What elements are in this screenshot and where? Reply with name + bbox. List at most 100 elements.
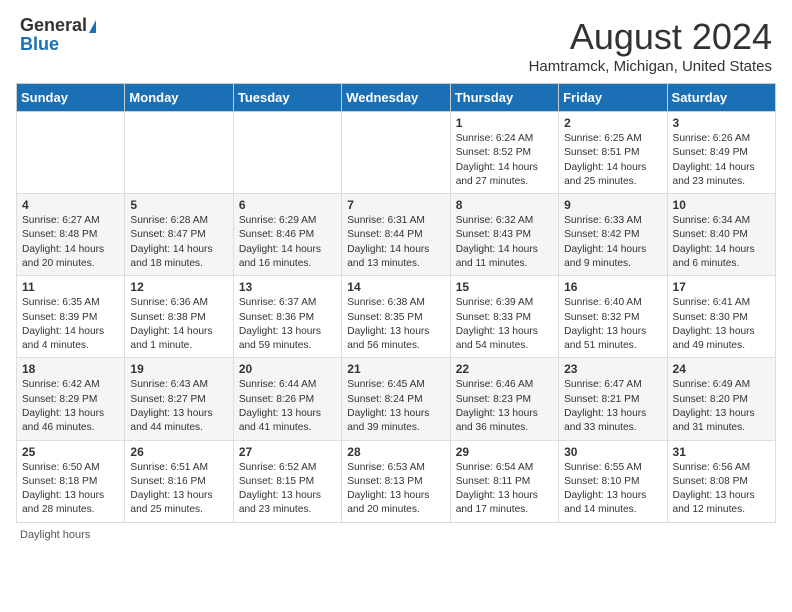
day-info: Sunrise: 6:27 AM Sunset: 8:48 PM Dayligh…: [22, 214, 119, 271]
day-number: 2: [564, 116, 661, 130]
calendar-day-cell: 26 Sunrise: 6:51 AM Sunset: 8:16 PM Dayli…: [125, 440, 233, 522]
calendar-day-cell: 5Sunrise: 6:28 AM Sunset: 8:47 PM Daylig…: [125, 194, 233, 276]
calendar-day-cell: 16 Sunrise: 6:40 AM Sunset: 8:32 PM Dayli…: [559, 276, 667, 358]
calendar-day-cell: 1Sunrise: 6:24 AM Sunset: 8:52 PM Daylig…: [450, 112, 558, 194]
weekday-header-thursday: Thursday: [450, 84, 558, 112]
day-number: 4: [22, 198, 119, 212]
calendar-day-cell: [342, 112, 450, 194]
calendar-day-cell: 22 Sunrise: 6:46 AM Sunset: 8:23 PM Dayli…: [450, 358, 558, 440]
day-number: 17: [673, 280, 770, 294]
day-number: 25: [22, 445, 119, 459]
day-number: 26: [130, 445, 227, 459]
calendar-day-cell: 4 Sunrise: 6:27 AM Sunset: 8:48 PM Daylig…: [17, 194, 125, 276]
day-number: 31: [673, 445, 770, 459]
day-info: Sunrise: 6:25 AM Sunset: 8:51 PM Dayligh…: [564, 132, 661, 189]
day-number: 23: [564, 362, 661, 376]
location: Hamtramck, Michigan, United States: [529, 58, 772, 75]
day-info: Sunrise: 6:36 AM Sunset: 8:38 PM Dayligh…: [130, 296, 227, 353]
day-number: 20: [239, 362, 336, 376]
logo-triangle: [89, 20, 96, 33]
calendar-day-cell: 13 Sunrise: 6:37 AM Sunset: 8:36 PM Dayli…: [233, 276, 341, 358]
calendar-day-cell: 3 Sunrise: 6:26 AM Sunset: 8:49 PM Daylig…: [667, 112, 775, 194]
day-info: Sunrise: 6:39 AM Sunset: 8:33 PM Dayligh…: [456, 296, 553, 353]
day-number: 27: [239, 445, 336, 459]
calendar-day-cell: 14 Sunrise: 6:38 AM Sunset: 8:35 PM Dayli…: [342, 276, 450, 358]
calendar-week-row: 11Sunrise: 6:35 AM Sunset: 8:39 PM Dayli…: [17, 276, 776, 358]
logo: General Blue: [20, 16, 96, 55]
day-number: 11: [22, 280, 119, 294]
footer: Daylight hours: [0, 523, 792, 547]
day-number: 5: [130, 198, 227, 212]
calendar-day-cell: 31Sunrise: 6:56 AM Sunset: 8:08 PM Dayli…: [667, 440, 775, 522]
day-number: 9: [564, 198, 661, 212]
calendar-day-cell: 12 Sunrise: 6:36 AM Sunset: 8:38 PM Dayli…: [125, 276, 233, 358]
page-header: General Blue August 2024 Hamtramck, Mich…: [0, 0, 792, 83]
day-info: Sunrise: 6:38 AM Sunset: 8:35 PM Dayligh…: [347, 296, 444, 353]
day-info: Sunrise: 6:29 AM Sunset: 8:46 PM Dayligh…: [239, 214, 336, 271]
calendar-day-cell: 8 Sunrise: 6:32 AM Sunset: 8:43 PM Daylig…: [450, 194, 558, 276]
day-info: Sunrise: 6:46 AM Sunset: 8:23 PM Dayligh…: [456, 378, 553, 435]
day-info: Sunrise: 6:53 AM Sunset: 8:13 PM Dayligh…: [347, 461, 444, 518]
day-info: Sunrise: 6:40 AM Sunset: 8:32 PM Dayligh…: [564, 296, 661, 353]
day-number: 10: [673, 198, 770, 212]
day-info: Sunrise: 6:24 AM Sunset: 8:52 PM Dayligh…: [456, 132, 553, 189]
day-number: 13: [239, 280, 336, 294]
calendar-day-cell: 6 Sunrise: 6:29 AM Sunset: 8:46 PM Daylig…: [233, 194, 341, 276]
calendar-day-cell: 25Sunrise: 6:50 AM Sunset: 8:18 PM Dayli…: [17, 440, 125, 522]
day-info: Sunrise: 6:37 AM Sunset: 8:36 PM Dayligh…: [239, 296, 336, 353]
calendar-day-cell: 28Sunrise: 6:53 AM Sunset: 8:13 PM Dayli…: [342, 440, 450, 522]
calendar-day-cell: 11Sunrise: 6:35 AM Sunset: 8:39 PM Dayli…: [17, 276, 125, 358]
day-number: 22: [456, 362, 553, 376]
day-number: 18: [22, 362, 119, 376]
day-info: Sunrise: 6:33 AM Sunset: 8:42 PM Dayligh…: [564, 214, 661, 271]
weekday-header-friday: Friday: [559, 84, 667, 112]
calendar-week-row: 4 Sunrise: 6:27 AM Sunset: 8:48 PM Daylig…: [17, 194, 776, 276]
calendar-day-cell: 27Sunrise: 6:52 AM Sunset: 8:15 PM Dayli…: [233, 440, 341, 522]
calendar-week-row: 18 Sunrise: 6:42 AM Sunset: 8:29 PM Dayli…: [17, 358, 776, 440]
day-number: 14: [347, 280, 444, 294]
day-number: 8: [456, 198, 553, 212]
calendar-day-cell: 24 Sunrise: 6:49 AM Sunset: 8:20 PM Dayli…: [667, 358, 775, 440]
weekday-header-sunday: Sunday: [17, 84, 125, 112]
day-number: 29: [456, 445, 553, 459]
day-info: Sunrise: 6:51 AM Sunset: 8:16 PM Dayligh…: [130, 461, 227, 518]
day-number: 6: [239, 198, 336, 212]
day-info: Sunrise: 6:42 AM Sunset: 8:29 PM Dayligh…: [22, 378, 119, 435]
calendar-table: SundayMondayTuesdayWednesdayThursdayFrid…: [16, 83, 776, 523]
calendar-day-cell: [233, 112, 341, 194]
day-number: 19: [130, 362, 227, 376]
day-info: Sunrise: 6:26 AM Sunset: 8:49 PM Dayligh…: [673, 132, 770, 189]
day-number: 24: [673, 362, 770, 376]
day-info: Sunrise: 6:45 AM Sunset: 8:24 PM Dayligh…: [347, 378, 444, 435]
day-number: 3: [673, 116, 770, 130]
daylight-label: Daylight hours: [20, 529, 90, 541]
day-number: 30: [564, 445, 661, 459]
day-info: Sunrise: 6:32 AM Sunset: 8:43 PM Dayligh…: [456, 214, 553, 271]
calendar-day-cell: 17 Sunrise: 6:41 AM Sunset: 8:30 PM Dayli…: [667, 276, 775, 358]
weekday-header-saturday: Saturday: [667, 84, 775, 112]
weekday-header-wednesday: Wednesday: [342, 84, 450, 112]
calendar-day-cell: 21Sunrise: 6:45 AM Sunset: 8:24 PM Dayli…: [342, 358, 450, 440]
day-info: Sunrise: 6:54 AM Sunset: 8:11 PM Dayligh…: [456, 461, 553, 518]
calendar-week-row: 25Sunrise: 6:50 AM Sunset: 8:18 PM Dayli…: [17, 440, 776, 522]
calendar-day-cell: 18 Sunrise: 6:42 AM Sunset: 8:29 PM Dayli…: [17, 358, 125, 440]
logo-blue: Blue: [20, 34, 59, 55]
day-info: Sunrise: 6:31 AM Sunset: 8:44 PM Dayligh…: [347, 214, 444, 271]
logo-general: General: [20, 15, 87, 35]
day-number: 16: [564, 280, 661, 294]
calendar-day-cell: [125, 112, 233, 194]
calendar-week-row: 1Sunrise: 6:24 AM Sunset: 8:52 PM Daylig…: [17, 112, 776, 194]
day-number: 12: [130, 280, 227, 294]
day-info: Sunrise: 6:49 AM Sunset: 8:20 PM Dayligh…: [673, 378, 770, 435]
calendar-day-cell: 19Sunrise: 6:43 AM Sunset: 8:27 PM Dayli…: [125, 358, 233, 440]
month-year: August 2024: [529, 16, 772, 58]
calendar-day-cell: 30Sunrise: 6:55 AM Sunset: 8:10 PM Dayli…: [559, 440, 667, 522]
day-info: Sunrise: 6:41 AM Sunset: 8:30 PM Dayligh…: [673, 296, 770, 353]
calendar-header-row: SundayMondayTuesdayWednesdayThursdayFrid…: [17, 84, 776, 112]
calendar-wrapper: SundayMondayTuesdayWednesdayThursdayFrid…: [0, 83, 792, 523]
calendar-day-cell: 29 Sunrise: 6:54 AM Sunset: 8:11 PM Dayli…: [450, 440, 558, 522]
day-info: Sunrise: 6:44 AM Sunset: 8:26 PM Dayligh…: [239, 378, 336, 435]
calendar-day-cell: 10Sunrise: 6:34 AM Sunset: 8:40 PM Dayli…: [667, 194, 775, 276]
weekday-header-monday: Monday: [125, 84, 233, 112]
calendar-day-cell: 9 Sunrise: 6:33 AM Sunset: 8:42 PM Daylig…: [559, 194, 667, 276]
